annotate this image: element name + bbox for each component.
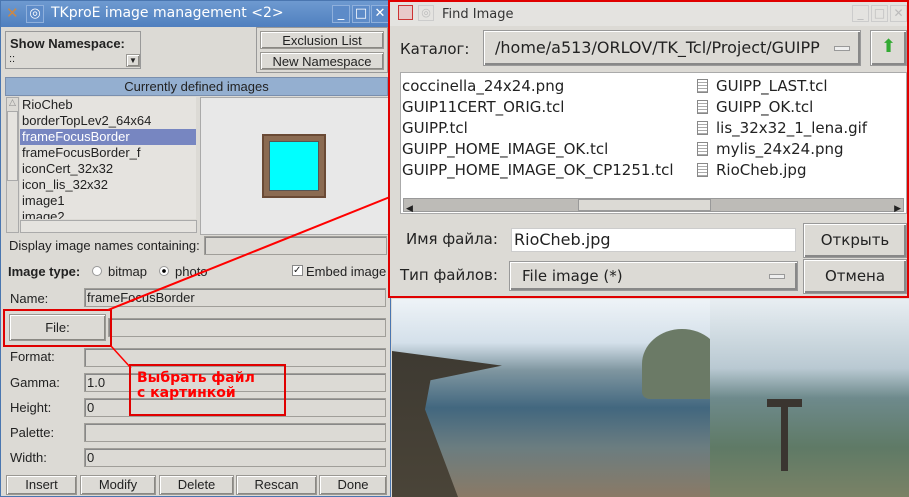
filename-label: Имя файла: bbox=[406, 230, 498, 248]
file-icon bbox=[697, 121, 708, 135]
dropdown-indicator-icon bbox=[769, 274, 785, 279]
file-item[interactable]: RioCheb.jpg bbox=[697, 160, 867, 181]
file-icon bbox=[697, 79, 708, 93]
open-button[interactable]: Открыть bbox=[803, 223, 907, 258]
cancel-button[interactable]: Отмена bbox=[803, 259, 907, 294]
file-item[interactable]: GUIPP_LAST.tcl bbox=[697, 76, 867, 97]
folder-up-button[interactable]: ⬆ bbox=[870, 30, 907, 66]
dialog-title: Find Image bbox=[442, 7, 514, 22]
file-item[interactable]: coccinella_24x24.png bbox=[402, 76, 697, 97]
scroll-right-icon[interactable]: ▶ bbox=[894, 199, 901, 213]
minimize-icon[interactable]: _ bbox=[852, 5, 869, 22]
window-menu-icon[interactable]: ◎ bbox=[418, 5, 434, 21]
file-item[interactable]: GUIPP.tcl bbox=[402, 118, 697, 139]
dropdown-indicator-icon bbox=[834, 46, 850, 51]
file-item[interactable]: GUIPP_HOME_IMAGE_OK_CP1251.tcl bbox=[402, 160, 697, 181]
directory-value: /home/a513/ORLOV/TK_Tcl/Project/GUIPP bbox=[495, 38, 820, 57]
file-icon bbox=[697, 142, 708, 156]
file-item[interactable]: GUIP11CERT_ORIG.tcl bbox=[402, 97, 697, 118]
file-item[interactable]: GUIPP_HOME_IMAGE_OK.tcl bbox=[402, 139, 697, 160]
file-item[interactable]: lis_32x32_1_lena.gif bbox=[697, 118, 867, 139]
filetype-value: File image (*) bbox=[522, 267, 623, 285]
file-item[interactable]: mylis_24x24.png bbox=[697, 139, 867, 160]
dialog-title-bar[interactable]: ◎ Find Image _ □ ✕ bbox=[390, 2, 907, 26]
find-image-dialog: ◎ Find Image _ □ ✕ Каталог: /home/a513/O… bbox=[388, 0, 909, 298]
directory-label: Каталог: bbox=[400, 40, 470, 58]
directory-select[interactable]: /home/a513/ORLOV/TK_Tcl/Project/GUIPP bbox=[483, 30, 861, 66]
close-icon[interactable]: ✕ bbox=[890, 5, 907, 22]
app-icon bbox=[398, 5, 413, 20]
file-item[interactable]: GUIPP_OK.tcl bbox=[697, 97, 867, 118]
rio-photo-preview bbox=[392, 299, 909, 497]
horizontal-scrollbar[interactable]: ◀ ▶ bbox=[403, 198, 904, 213]
file-list[interactable]: coccinella_24x24.png GUIP11CERT_ORIG.tcl… bbox=[400, 72, 907, 214]
filetype-label: Тип файлов: bbox=[400, 266, 498, 284]
file-icon bbox=[697, 163, 708, 177]
maximize-icon[interactable]: □ bbox=[871, 5, 888, 22]
scroll-left-icon[interactable]: ◀ bbox=[406, 199, 413, 213]
scrollbar-thumb[interactable] bbox=[578, 199, 711, 211]
filename-input[interactable]: RioCheb.jpg bbox=[511, 228, 796, 252]
file-icon bbox=[697, 100, 708, 114]
filetype-select[interactable]: File image (*) bbox=[509, 261, 798, 291]
